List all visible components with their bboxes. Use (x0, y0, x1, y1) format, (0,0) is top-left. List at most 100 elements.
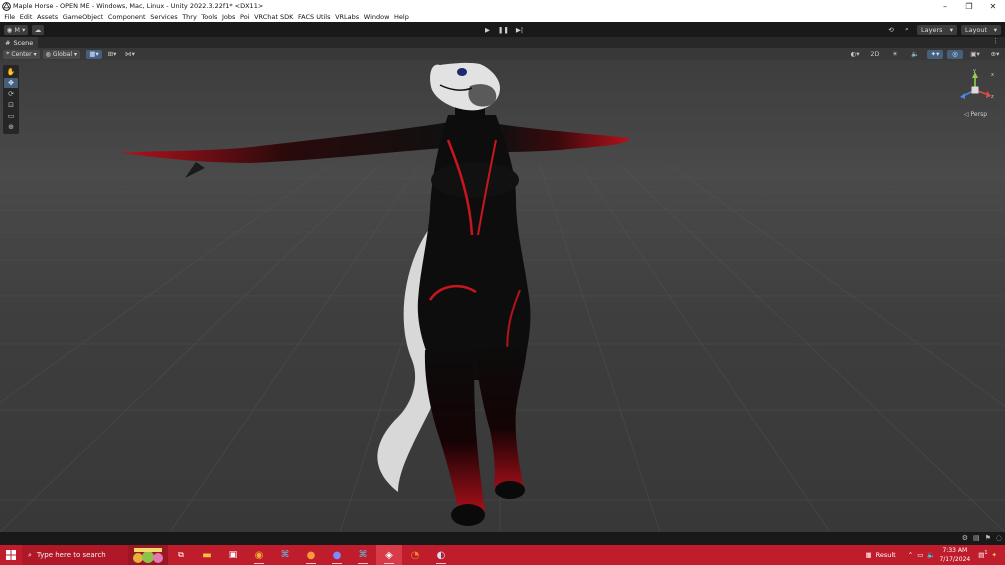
volume-icon[interactable]: 🔈 (927, 551, 935, 559)
close-button[interactable]: ✕ (981, 0, 1005, 12)
undo-history-button[interactable]: ⟲ (885, 25, 897, 35)
unity-editor-window: Maple Horse - OPEN ME - Windows, Mac, Li… (0, 0, 1005, 565)
copilot-icon[interactable]: ✦ (992, 551, 997, 559)
restore-button[interactable]: ❐ (957, 0, 981, 12)
toolbar-right: ⟲ ⌕ Layers ▾ Layout ▾ (885, 24, 1001, 35)
grid-snap-toggle[interactable]: ▦▾ (86, 49, 103, 59)
taskbar-app-terminal[interactable]: ⌘ (350, 545, 376, 565)
pause-icon: ❚❚ (498, 25, 509, 34)
notifications-icon[interactable]: ▤1 (978, 550, 987, 559)
move-tool-button[interactable]: ✥ (4, 78, 18, 88)
search-button[interactable]: ⌕ (901, 25, 913, 35)
tool-palette: ✋ ✥ ⟳ ⊡ ▭ ⊕ (3, 65, 19, 134)
pivot-mode-dropdown[interactable]: ⌖ Center ▾ (3, 49, 40, 59)
taskbar-app-blender[interactable]: ◔ (402, 545, 428, 565)
menu-bar: File Edit Assets GameObject Component Se… (0, 12, 1005, 22)
lighting-toggle[interactable]: ☀ (887, 50, 903, 59)
taskbar-app-explorer[interactable]: ▬ (194, 545, 220, 565)
account-dropdown[interactable]: ◉ M ▾ (4, 24, 28, 35)
package-icon[interactable]: ▤ (973, 534, 980, 542)
menu-poi[interactable]: Poi (238, 13, 252, 21)
scale-icon: ⊡ (8, 101, 14, 109)
draw-mode-dropdown[interactable]: ◐▾ (847, 50, 863, 59)
hand-tool-button[interactable]: ✋ (4, 67, 18, 77)
gizmos-dropdown[interactable]: ⊕▾ (987, 50, 1003, 59)
increment-snap-dropdown[interactable]: ⋈▾ (122, 50, 138, 59)
taskbar-app-firefox[interactable]: ● (298, 545, 324, 565)
gizmo-y-label: y (973, 68, 976, 74)
chevron-down-icon: ▾ (949, 25, 953, 34)
tray-overflow-icon[interactable]: ⌃ (908, 551, 913, 559)
settings-icon[interactable]: ◌ (996, 534, 1002, 542)
eye-icon: ◎ (952, 50, 958, 58)
menu-thry[interactable]: Thry (180, 13, 199, 21)
taskbar-search[interactable]: ⌕ Type here to search (22, 545, 168, 565)
menu-jobs[interactable]: Jobs (220, 13, 238, 21)
rotate-tool-button[interactable]: ⟳ (4, 89, 18, 99)
taskbar-app-store[interactable]: ▣ (220, 545, 246, 565)
scale-tool-button[interactable]: ⊡ (4, 100, 18, 110)
menu-file[interactable]: File (2, 13, 17, 21)
taskbar-app-discord[interactable]: ● (324, 545, 350, 565)
audio-toggle[interactable]: 🔈 (907, 50, 923, 59)
scene-grid-icon: # (5, 38, 11, 47)
projection-toggle[interactable]: ◁ Persp (964, 111, 987, 118)
layers-label: Layers (921, 25, 943, 34)
grid-visibility-dropdown[interactable]: ⊞▾ (104, 50, 120, 59)
scene-visibility-toggle[interactable]: ◎ (947, 49, 963, 59)
step-button[interactable]: ▶| (512, 25, 527, 35)
menu-tools[interactable]: Tools (199, 13, 220, 21)
2d-label: 2D (870, 50, 880, 58)
taskbar-app-chrome[interactable]: ◉ (246, 545, 272, 565)
menu-gameobject[interactable]: GameObject (60, 13, 105, 21)
taskbar-app-steam[interactable]: ◐ (428, 545, 454, 565)
transform-tool-button[interactable]: ⊕ (4, 122, 18, 132)
taskbar-app-vscode[interactable]: ⌘ (272, 545, 298, 565)
rect-tool-button[interactable]: ▭ (4, 111, 18, 121)
account-label: M (14, 25, 20, 34)
minimize-button[interactable]: – (933, 0, 957, 12)
search-highlight-illustration (128, 545, 168, 565)
tab-scene[interactable]: # Scene (0, 37, 39, 48)
tray-result-widget[interactable]: ▦ Result (865, 551, 895, 559)
tab-menu-icon[interactable]: ⋮ (992, 37, 999, 45)
gizmo-z-label: z (991, 94, 994, 100)
character-model[interactable] (110, 60, 650, 532)
chevron-down-icon: ▾ (33, 50, 37, 58)
2d-toggle[interactable]: 2D (867, 50, 883, 59)
pivot-rotation-label: Global (52, 50, 72, 58)
menu-edit[interactable]: Edit (17, 13, 34, 21)
layers-dropdown[interactable]: Layers ▾ (917, 24, 957, 35)
clock[interactable]: 7:33 AM 7/17/2024 (939, 546, 970, 564)
menu-facs-utils[interactable]: FACS Utils (296, 13, 333, 21)
cloud-icon: ☁ (34, 25, 42, 34)
taskbar-app-unity[interactable]: ◈ (376, 545, 402, 565)
blender-icon: ◔ (410, 549, 420, 561)
windows-logo-icon (6, 550, 16, 560)
play-button[interactable]: ▶ (480, 25, 495, 35)
menu-services[interactable]: Services (148, 13, 180, 21)
transform-icon: ⊕ (8, 123, 14, 131)
camera-settings-dropdown[interactable]: ▣▾ (967, 50, 983, 59)
menu-help[interactable]: Help (392, 13, 411, 21)
debug-icon[interactable]: ⚑ (985, 534, 991, 542)
scene-tab-bar: # Scene ⋮ (0, 37, 1005, 48)
cloud-button[interactable]: ☁ (32, 24, 44, 35)
effects-dropdown[interactable]: ✦▾ (927, 49, 943, 59)
folder-icon: ▬ (202, 549, 212, 561)
menu-window[interactable]: Window (361, 13, 391, 21)
menu-assets[interactable]: Assets (35, 13, 61, 21)
pivot-rotation-dropdown[interactable]: ◍ Global ▾ (42, 49, 81, 59)
pause-button[interactable]: ❚❚ (496, 25, 511, 35)
network-icon[interactable]: ▭ (917, 551, 923, 559)
orientation-gizmo[interactable]: y x z (953, 68, 997, 108)
progress-icon[interactable]: ⚙ (962, 534, 968, 542)
start-button[interactable] (0, 545, 22, 565)
menu-vrlabs[interactable]: VRLabs (333, 13, 362, 21)
layout-dropdown[interactable]: Layout ▾ (961, 24, 1001, 35)
account-icon: ◉ (6, 25, 13, 34)
menu-vrchat-sdk[interactable]: VRChat SDK (252, 13, 296, 21)
menu-component[interactable]: Component (106, 13, 148, 21)
scene-viewport[interactable]: ✋ ✥ ⟳ ⊡ ▭ ⊕ y x z ◁ Persp (0, 60, 1005, 532)
task-view-button[interactable]: ⧉ (168, 545, 194, 565)
